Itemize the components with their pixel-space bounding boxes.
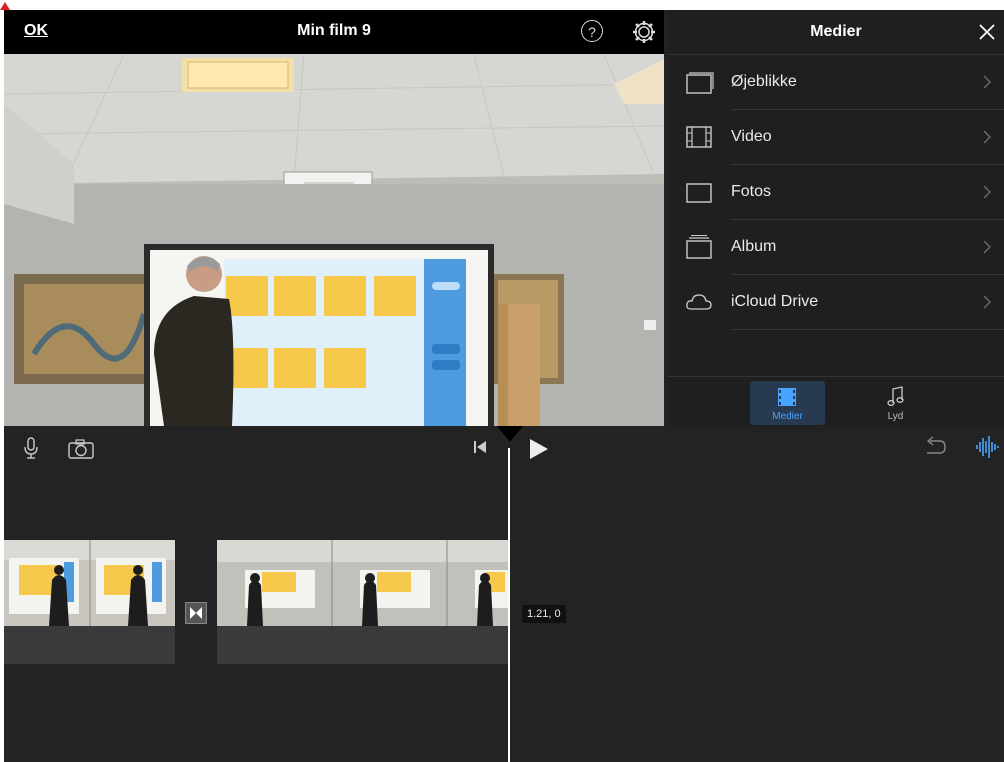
chevron-right-icon <box>983 75 992 89</box>
chevron-right-icon <box>983 295 992 309</box>
media-panel-title: Medier <box>810 23 862 40</box>
music-note-icon <box>887 386 904 406</box>
undo-icon[interactable] <box>921 436 947 458</box>
media-item-label: Øjeblikke <box>731 73 797 90</box>
video-preview[interactable] <box>4 54 664 426</box>
album-icon <box>686 235 712 259</box>
cloud-icon <box>686 294 712 310</box>
close-icon[interactable] <box>976 21 998 43</box>
photo-icon <box>686 183 712 203</box>
playhead-marker <box>497 426 523 442</box>
chevron-right-icon <box>983 130 992 144</box>
tab-medier-label: Medier <box>772 411 803 422</box>
clip-thumbnail-strip <box>4 540 175 626</box>
project-title: Min film 9 <box>297 22 371 39</box>
timeline-clip-2[interactable] <box>217 540 508 626</box>
imovie-app: OK Min film 9 ? Medier Øjeblikke Video F… <box>4 10 1004 762</box>
corner-mark-icon <box>0 2 10 10</box>
clip-thumbnail-strip <box>217 540 508 626</box>
tab-lyd-label: Lyd <box>887 411 904 422</box>
audio-waveform-icon[interactable] <box>974 434 1000 460</box>
gear-icon[interactable] <box>631 19 657 45</box>
media-tab-bar: Medier Lyd <box>668 376 1004 427</box>
camera-icon[interactable] <box>67 438 95 460</box>
transition-button[interactable] <box>185 602 207 624</box>
media-panel: Medier Øjeblikke Video Fotos Album iClou… <box>668 10 1004 427</box>
preview-frame-image <box>4 54 664 426</box>
chevron-right-icon <box>983 185 992 199</box>
media-item-album[interactable]: Album <box>668 220 1004 275</box>
microphone-icon[interactable] <box>22 436 40 460</box>
skip-to-start-icon[interactable] <box>472 439 488 455</box>
media-item-video[interactable]: Video <box>668 110 1004 165</box>
tab-medier[interactable]: Medier <box>750 381 825 425</box>
media-item-label: iCloud Drive <box>731 293 819 310</box>
transition-icon <box>190 607 202 619</box>
media-item-moments[interactable]: Øjeblikke <box>668 55 1004 110</box>
clip-audio-track <box>217 626 508 664</box>
timeline[interactable]: 1.21, 0 <box>4 426 1004 762</box>
clip-time-label: 1.21, 0 <box>522 605 566 623</box>
media-item-icloud-drive[interactable]: iCloud Drive <box>668 275 1004 330</box>
tab-lyd[interactable]: Lyd <box>858 381 933 425</box>
film-strip-icon <box>686 126 712 148</box>
timeline-clip-1[interactable] <box>4 540 175 626</box>
chevron-right-icon <box>983 240 992 254</box>
play-icon[interactable] <box>528 437 550 461</box>
row-divider <box>731 329 1004 330</box>
media-item-label: Video <box>731 128 772 145</box>
media-item-photos[interactable]: Fotos <box>668 165 1004 220</box>
moments-icon <box>686 72 714 94</box>
media-panel-header: Medier <box>668 10 1004 55</box>
media-tab-icon <box>778 388 796 406</box>
media-item-label: Album <box>731 238 777 255</box>
help-icon[interactable]: ? <box>581 20 603 42</box>
playhead[interactable] <box>508 448 510 762</box>
top-bar: OK Min film 9 ? <box>4 10 664 54</box>
clip-audio-track <box>4 626 175 664</box>
media-item-label: Fotos <box>731 183 772 200</box>
